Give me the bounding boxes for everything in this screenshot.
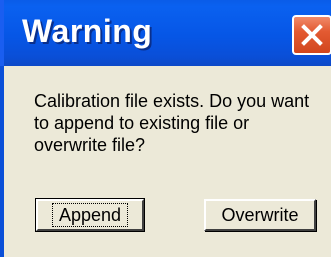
append-button-label: Append [51, 203, 129, 227]
warning-dialog: Warning Calibration file exists. Do you … [0, 0, 331, 257]
close-button[interactable] [292, 15, 331, 55]
append-button[interactable]: Append [35, 198, 145, 232]
window-title: Warning [22, 13, 153, 49]
dialog-message: Calibration file exists. Do you want to … [34, 91, 310, 155]
overwrite-button[interactable]: Overwrite [204, 199, 316, 231]
close-icon [301, 24, 323, 46]
window-border [0, 66, 4, 257]
overwrite-button-label: Overwrite [221, 205, 299, 225]
title-bar[interactable]: Warning [0, 0, 331, 66]
